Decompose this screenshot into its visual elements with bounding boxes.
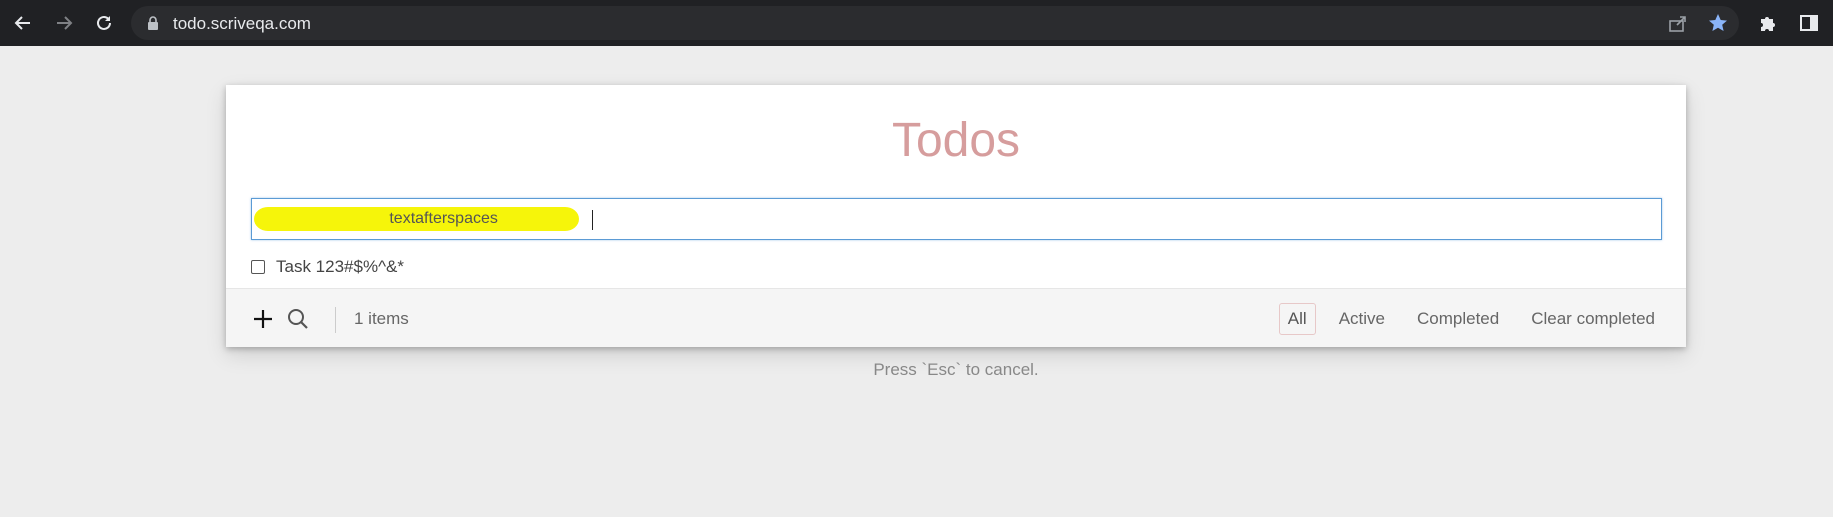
add-button[interactable] — [250, 306, 276, 332]
bookmark-button[interactable] — [1707, 12, 1729, 39]
footer-divider — [335, 307, 336, 333]
search-icon — [288, 309, 308, 329]
reload-icon — [97, 15, 111, 30]
filter-all[interactable]: All — [1278, 303, 1316, 335]
puzzle-icon — [1761, 17, 1775, 31]
search-button[interactable] — [285, 306, 311, 332]
share-icon — [1669, 16, 1686, 32]
forward-button[interactable] — [52, 11, 76, 35]
browser-toolbar: todo.scriveqa.com — [0, 0, 1833, 46]
side-panel-icon — [1800, 15, 1818, 31]
back-button[interactable] — [11, 11, 35, 35]
clear-completed-button[interactable]: Clear completed — [1522, 303, 1664, 335]
filter-group: All Active Completed Clear completed — [1265, 303, 1664, 335]
arrow-left-icon — [14, 16, 30, 30]
filter-completed[interactable]: Completed — [1408, 303, 1508, 335]
page-title: Todos — [891, 114, 1021, 167]
address-bar[interactable]: todo.scriveqa.com — [131, 6, 1739, 40]
text-caret — [592, 210, 593, 230]
extensions-button[interactable] — [1756, 11, 1780, 35]
todo-item: Task 123#$%^&* — [251, 255, 404, 279]
url-text: todo.scriveqa.com — [173, 14, 311, 33]
new-todo-input[interactable] — [252, 199, 1661, 239]
hint-text: Press `Esc` to cancel. — [873, 360, 1039, 379]
lock-icon — [148, 16, 158, 30]
side-panel-button[interactable] — [1797, 11, 1821, 35]
plus-icon — [254, 310, 272, 328]
items-count: 1 items — [354, 309, 409, 328]
reload-button[interactable] — [92, 11, 116, 35]
todo-app: Todos Task 123#$%^&* 1 items All Active … — [226, 85, 1686, 347]
todo-label[interactable]: Task 123#$%^&* — [276, 257, 404, 277]
todo-footer: 1 items All Active Completed Clear compl… — [226, 288, 1686, 347]
filter-active[interactable]: Active — [1330, 303, 1394, 335]
arrow-right-icon — [57, 16, 73, 30]
star-icon — [1709, 14, 1727, 31]
share-button[interactable] — [1667, 12, 1689, 39]
new-todo-field[interactable] — [251, 198, 1662, 240]
todo-checkbox[interactable] — [251, 260, 265, 274]
